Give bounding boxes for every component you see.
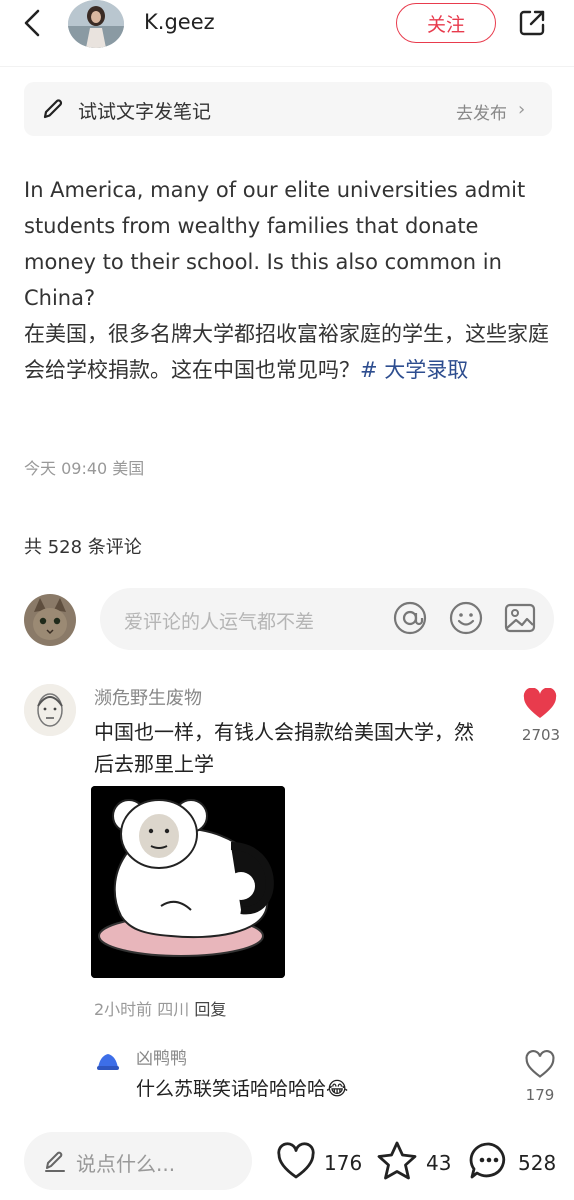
post-text-chinese: 在美国，很多名牌大学都招收富裕家庭的学生，这些家庭会给学校捐款。这在中国也常见吗… (24, 316, 554, 388)
back-button[interactable] (14, 8, 50, 38)
comment-meta: 2小时前 四川 回复 (94, 996, 226, 1020)
share-icon (519, 10, 545, 36)
comment-meme-image[interactable] (91, 786, 285, 978)
commenter-avatar[interactable] (24, 684, 76, 736)
post-comment-count: 528 (518, 1151, 557, 1175)
comment-input-placeholder: 爱评论的人运气都不差 (124, 611, 315, 633)
comment-like-count: 2703 (521, 726, 561, 744)
at-icon[interactable] (392, 600, 428, 636)
comment-time: 2小时前 (94, 1000, 153, 1019)
comment-count: 共 528 条评论 (24, 537, 142, 558)
heart-icon[interactable] (522, 687, 558, 720)
replier-name[interactable]: 凶鸭鸭 (136, 1044, 187, 1069)
comment-location: 四川 (157, 1000, 190, 1019)
reply-text: 什么苏联笑话哈哈哈哈😂 (136, 1078, 349, 1100)
emoji-icon[interactable] (448, 600, 484, 636)
try-text-note-label: 试试文字发笔记 (78, 101, 212, 123)
reply-button[interactable]: 回复 (194, 1000, 226, 1019)
author-username[interactable]: K.geez (144, 10, 215, 34)
say-something-placeholder: 说点什么... (76, 1152, 176, 1176)
chevron-right-icon: › (518, 99, 526, 120)
comment-text: 中国也一样，有钱人会捐款给美国大学，然后去那里上学 (94, 720, 474, 776)
post-text-english: In America, many of our elite universiti… (24, 178, 526, 310)
back-arrow-icon (24, 9, 40, 37)
post-text-chinese-body: 在美国，很多名牌大学都招收富裕家庭的学生，这些家庭会给学校捐款。这在中国也常见吗… (24, 322, 549, 382)
my-avatar (24, 594, 76, 646)
heart-icon[interactable] (276, 1142, 316, 1182)
share-button[interactable] (512, 3, 552, 43)
post-hashtag[interactable]: # 大学录取 (360, 358, 468, 382)
commenter-name[interactable]: 濒危野生废物 (94, 684, 202, 710)
comment-icon[interactable] (468, 1140, 510, 1182)
author-avatar[interactable] (68, 0, 124, 48)
replier-avatar[interactable] (94, 1046, 122, 1074)
image-icon[interactable] (502, 600, 538, 636)
reply-like-count: 179 (525, 1086, 555, 1104)
go-publish-link[interactable]: 去发布 (456, 99, 507, 124)
pencil-icon (42, 1148, 68, 1174)
follow-button[interactable]: 关注 (396, 3, 496, 43)
post-like-count: 176 (324, 1151, 363, 1175)
post-location: 美国 (112, 459, 145, 478)
star-icon[interactable] (376, 1140, 418, 1182)
post-meta: 今天 09:40 美国 (24, 455, 144, 479)
post-star-count: 43 (426, 1151, 452, 1175)
post-time: 今天 09:40 (24, 459, 108, 478)
pencil-icon (40, 96, 66, 122)
heart-icon[interactable] (524, 1050, 556, 1080)
header-divider (0, 66, 574, 67)
